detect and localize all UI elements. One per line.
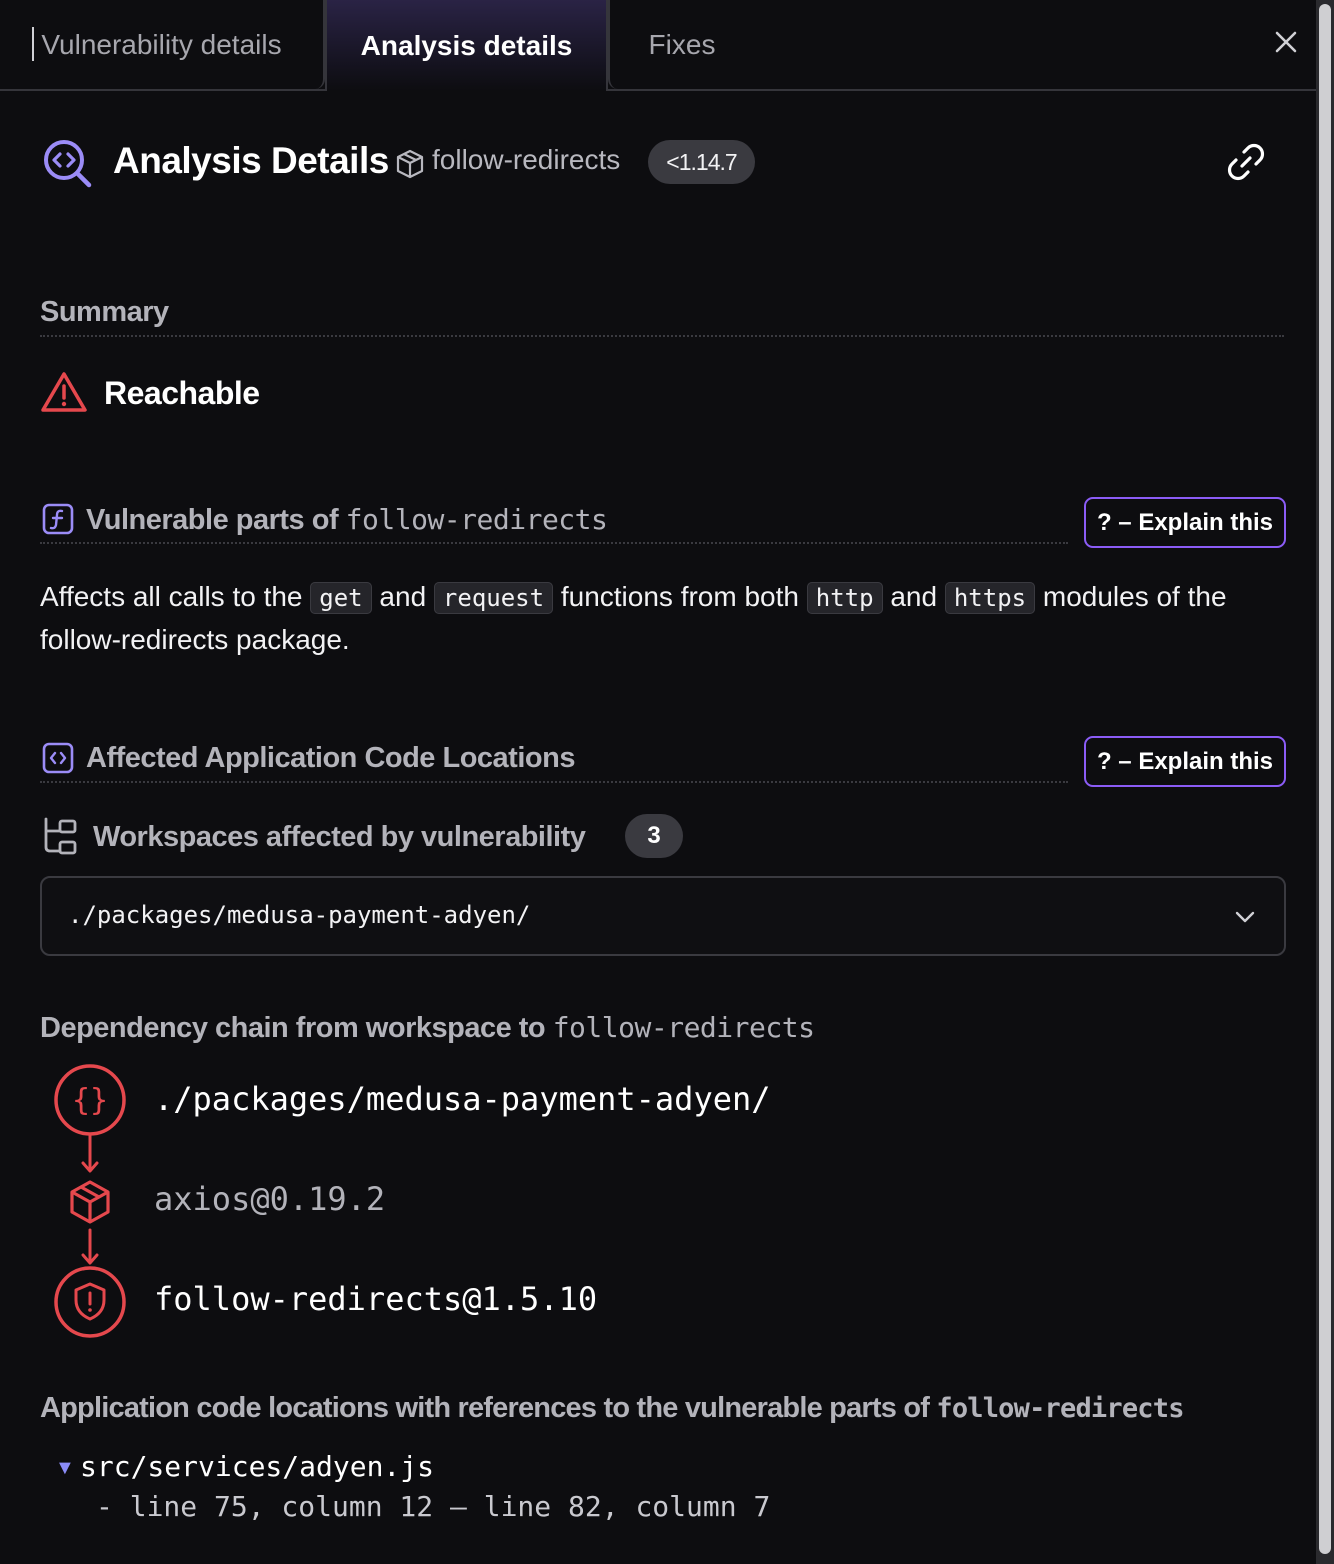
code-http: http (806, 582, 883, 614)
analysis-search-icon (44, 140, 92, 188)
page-title: Analysis Details (113, 140, 389, 181)
desc-text: Affects all calls to the (40, 581, 311, 612)
heading-text: Vulnerable parts of (86, 504, 346, 536)
package-name: follow-redirects (432, 144, 621, 175)
dependency-chain-heading: Dependency chain from workspace to follo… (40, 1011, 815, 1045)
heading-text: Dependency chain from workspace to (40, 1012, 553, 1044)
vulnerable-node-icon (54, 1266, 126, 1338)
workspace-select[interactable]: ./packages/medusa-payment-adyen/ (40, 876, 1286, 956)
tab-fixes[interactable]: Fixes (608, 0, 754, 89)
explain-affected-locations-button[interactable]: ? – Explain this (1084, 736, 1286, 787)
code-locations-heading: Application code locations with referenc… (40, 1392, 1184, 1425)
workspace-select-value: ./packages/medusa-payment-adyen/ (68, 901, 531, 929)
tab-label: Vulnerability details (41, 28, 282, 60)
chain-node-follow-redirects: follow-redirects@1.5.10 (154, 1280, 598, 1318)
close-icon[interactable] (1270, 26, 1302, 58)
workspace-node-icon: {} (54, 1064, 126, 1136)
workspace-tree-icon (44, 817, 77, 855)
code-get: get (310, 582, 372, 614)
code-range[interactable]: - line 75, column 12 – line 82, column 7 (96, 1490, 770, 1523)
dependency-chain-graph: {} (54, 1064, 126, 1338)
chain-node-axios: axios@0.19.2 (154, 1180, 386, 1218)
version-badge: <1.14.7 (648, 140, 755, 184)
package-node-icon (70, 1180, 110, 1224)
desc-text: and (371, 581, 434, 612)
divider (40, 335, 1284, 337)
heading-package: follow-redirects (552, 1011, 815, 1044)
reachability-status: Reachable (104, 375, 260, 411)
divider (40, 542, 1068, 544)
expand-triangle-icon[interactable]: ▼ (55, 1457, 75, 1480)
summary-heading: Summary (40, 296, 169, 328)
heading-package: follow-redirects (345, 503, 608, 536)
scrollbar-thumb[interactable] (1319, 4, 1331, 1554)
tab-vulnerability-details[interactable]: Vulnerability details (0, 0, 325, 89)
tab-label: Analysis details (360, 29, 573, 61)
tab-analysis-details[interactable]: Analysis details (325, 0, 608, 91)
function-icon (42, 503, 74, 535)
tab-bar: Vulnerability details Analysis details F… (0, 0, 1316, 91)
divider (40, 781, 1068, 783)
vulnerable-parts-description: Affects all calls to the get and request… (40, 576, 1290, 660)
desc-text: and (882, 581, 945, 612)
workspaces-count-badge: 3 (625, 814, 683, 858)
workspaces-heading: Workspaces affected by vulnerability (93, 821, 586, 853)
desc-text: functions from both (553, 581, 807, 612)
code-request: request (433, 582, 554, 614)
heading-text: Application code locations with referenc… (40, 1392, 937, 1424)
code-icon (42, 742, 74, 774)
file-path[interactable]: src/services/adyen.js (80, 1450, 434, 1483)
chevron-down-icon (1235, 911, 1255, 923)
vulnerable-parts-heading: Vulnerable parts of follow-redirects (86, 503, 608, 537)
package-icon (396, 149, 424, 179)
svg-text:{}: {} (72, 1083, 108, 1118)
chain-node-workspace: ./packages/medusa-payment-adyen/ (154, 1080, 771, 1118)
affected-locations-heading: Affected Application Code Locations (86, 742, 575, 774)
explain-vulnerable-parts-button[interactable]: ? – Explain this (1084, 497, 1286, 548)
heading-package: follow-redirects (936, 1393, 1184, 1424)
tab-label: Fixes (648, 28, 716, 60)
code-https: https (944, 582, 1036, 614)
text-cursor (32, 27, 34, 61)
link-icon[interactable] (1224, 140, 1268, 184)
warning-icon (41, 372, 87, 412)
